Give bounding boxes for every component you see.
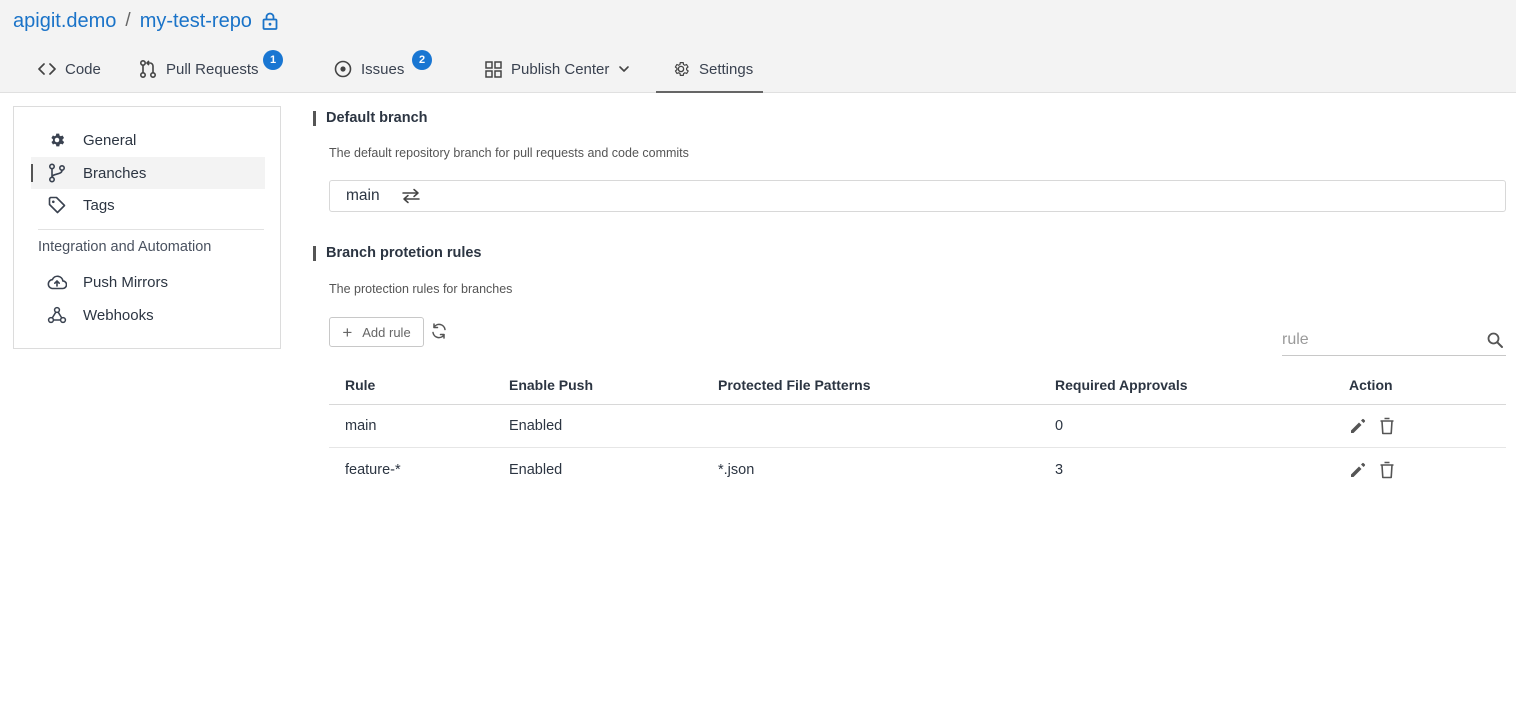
column-header-patterns: Protected File Patterns bbox=[718, 376, 871, 393]
tab-settings[interactable]: Settings bbox=[655, 46, 764, 93]
tab-publish-center[interactable]: Publish Center bbox=[484, 46, 630, 92]
gear-icon bbox=[47, 130, 67, 150]
code-icon bbox=[38, 60, 56, 78]
pull-request-icon bbox=[139, 59, 157, 79]
action-cell bbox=[1349, 448, 1409, 491]
delete-icon[interactable] bbox=[1379, 417, 1397, 435]
repo-path-separator: / bbox=[125, 10, 131, 31]
sidebar-item-label: Push Mirrors bbox=[83, 273, 169, 291]
protection-rules-title: Branch protetion rules bbox=[313, 246, 482, 261]
tag-icon bbox=[47, 195, 67, 215]
repo-name-link[interactable]: my-test-repo bbox=[140, 10, 252, 33]
default-branch-description: The default repository branch for pull r… bbox=[329, 146, 689, 160]
tab-issues[interactable]: Issues 2 bbox=[334, 46, 432, 92]
column-header-action: Action bbox=[1349, 376, 1393, 393]
tab-code-label: Code bbox=[65, 60, 101, 78]
table-header: Rule Enable Push Protected File Patterns… bbox=[329, 365, 1506, 405]
patterns-cell: *.json bbox=[718, 461, 755, 478]
repo-header: apigit.demo / my-test-repo Code Pull Req… bbox=[0, 0, 1516, 93]
webhook-icon bbox=[47, 305, 67, 325]
tab-issues-label: Issues bbox=[361, 60, 405, 78]
search-icon[interactable] bbox=[1486, 331, 1504, 349]
action-cell bbox=[1349, 405, 1409, 447]
enable-push-cell: Enabled bbox=[509, 461, 563, 478]
issues-count-badge: 2 bbox=[412, 50, 432, 70]
pull-requests-count-badge: 1 bbox=[263, 50, 283, 70]
cloud-upload-icon bbox=[47, 272, 67, 292]
tab-pull-requests-label: Pull Requests bbox=[166, 60, 259, 78]
sidebar-divider bbox=[38, 229, 264, 230]
issue-icon bbox=[334, 60, 352, 78]
sidebar-item-label: General bbox=[83, 131, 137, 149]
grid-icon bbox=[484, 60, 502, 78]
gear-icon bbox=[672, 60, 690, 78]
add-rule-label: Add rule bbox=[362, 324, 411, 340]
sidebar-item-push-mirrors[interactable]: Push Mirrors bbox=[31, 266, 265, 298]
lock-icon bbox=[262, 12, 278, 30]
add-rule-button[interactable]: + Add rule bbox=[329, 317, 424, 347]
sidebar-item-tags[interactable]: Tags bbox=[31, 189, 265, 221]
repo-tabs: Code Pull Requests 1 Issues 2 Publish Ce… bbox=[0, 46, 1516, 93]
sidebar-item-label: Tags bbox=[83, 196, 115, 214]
edit-icon[interactable] bbox=[1349, 461, 1367, 479]
approvals-cell: 3 bbox=[1055, 461, 1064, 478]
sidebar-item-general[interactable]: General bbox=[31, 124, 265, 156]
protection-rules-description: The protection rules for branches bbox=[329, 282, 513, 296]
branch-icon bbox=[47, 163, 67, 183]
enable-push-cell: Enabled bbox=[509, 418, 563, 434]
default-branch-title: Default branch bbox=[313, 111, 428, 126]
rule-cell: main bbox=[345, 418, 377, 434]
rule-search-input[interactable] bbox=[1282, 327, 1478, 353]
default-branch-selector[interactable]: main bbox=[329, 180, 1506, 212]
sidebar-section-label: Integration and Automation bbox=[38, 239, 212, 255]
column-header-enable-push: Enable Push bbox=[509, 376, 594, 393]
tab-settings-label: Settings bbox=[699, 60, 754, 78]
edit-icon[interactable] bbox=[1349, 417, 1367, 435]
sidebar-item-branches[interactable]: Branches bbox=[31, 157, 265, 189]
delete-icon[interactable] bbox=[1379, 461, 1397, 479]
approvals-cell: 0 bbox=[1055, 418, 1064, 434]
settings-sidebar: General Branches Tags Integration and Au… bbox=[13, 106, 281, 349]
table-row: feature-* Enabled *.json 3 bbox=[329, 448, 1506, 491]
refresh-icon[interactable] bbox=[430, 322, 448, 340]
sidebar-item-webhooks[interactable]: Webhooks bbox=[31, 299, 265, 331]
sidebar-item-label: Webhooks bbox=[83, 306, 154, 324]
tab-publish-center-label: Publish Center bbox=[511, 60, 610, 78]
protection-rules-table: Rule Enable Push Protected File Patterns… bbox=[329, 365, 1506, 491]
rule-cell: feature-* bbox=[345, 461, 401, 478]
swap-icon[interactable] bbox=[401, 188, 420, 204]
repo-title: apigit.demo / my-test-repo bbox=[13, 8, 278, 34]
repo-owner-link[interactable]: apigit.demo bbox=[13, 10, 116, 33]
rule-search bbox=[1282, 325, 1506, 356]
chevron-down-icon[interactable] bbox=[618, 63, 630, 75]
tab-pull-requests[interactable]: Pull Requests 1 bbox=[139, 46, 283, 92]
sidebar-item-label: Branches bbox=[83, 164, 147, 182]
table-row: main Enabled 0 bbox=[329, 405, 1506, 448]
tab-code[interactable]: Code bbox=[38, 46, 101, 92]
default-branch-value: main bbox=[346, 187, 380, 204]
column-header-rule: Rule bbox=[345, 376, 376, 393]
plus-icon: + bbox=[342, 322, 353, 342]
column-header-approvals: Required Approvals bbox=[1055, 376, 1188, 393]
